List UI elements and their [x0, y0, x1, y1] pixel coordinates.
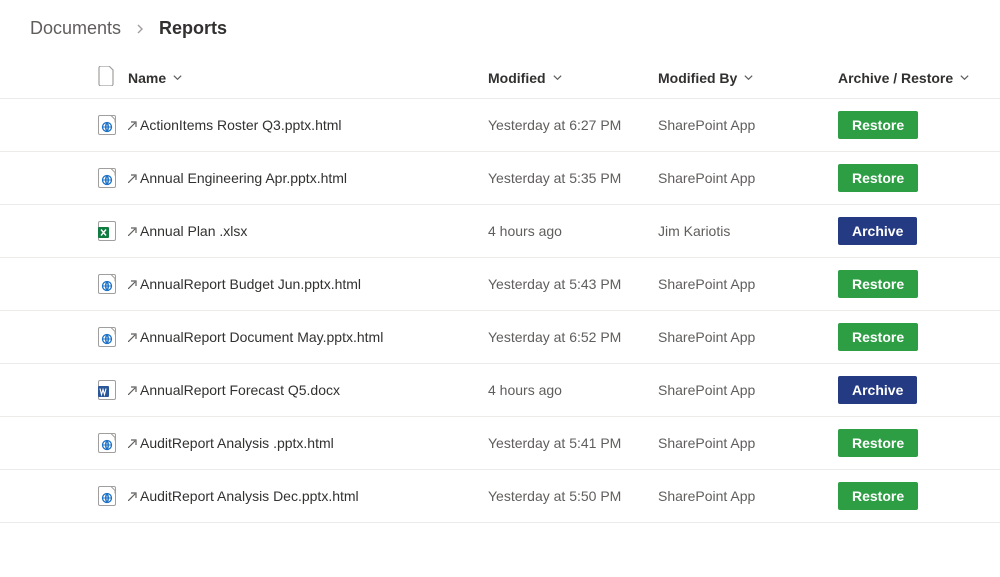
breadcrumb: Documents Reports — [0, 0, 1000, 57]
modified-date: Yesterday at 5:35 PM — [488, 170, 658, 186]
chevron-down-icon — [552, 72, 563, 83]
file-name[interactable]: AnnualReport Document May.pptx.html — [140, 329, 383, 345]
file-name-cell: AuditReport Analysis .pptx.html — [128, 435, 488, 451]
xlsx-file-icon — [98, 221, 128, 241]
modified-by: SharePoint App — [658, 170, 838, 186]
file-name-cell: Annual Plan .xlsx — [128, 223, 488, 239]
docx-file-icon — [98, 380, 128, 400]
table-row[interactable]: AnnualReport Budget Jun.pptx.html Yesterd… — [0, 258, 1000, 311]
modified-date: Yesterday at 5:41 PM — [488, 435, 658, 451]
modified-by: SharePoint App — [658, 117, 838, 133]
link-out-icon — [128, 117, 138, 133]
chevron-right-icon — [135, 21, 145, 37]
link-out-icon — [128, 329, 138, 345]
col-header-modified-label: Modified — [488, 70, 546, 86]
file-name[interactable]: AnnualReport Forecast Q5.docx — [140, 382, 340, 398]
html-file-icon — [98, 168, 128, 188]
file-name-cell: AuditReport Analysis Dec.pptx.html — [128, 488, 488, 504]
table-header: Name Modified Modified By Archive / Rest… — [0, 57, 1000, 99]
html-file-icon — [98, 327, 128, 347]
table-row[interactable]: Annual Engineering Apr.pptx.html Yesterda… — [0, 152, 1000, 205]
restore-button[interactable]: Restore — [838, 270, 918, 298]
modified-by: SharePoint App — [658, 488, 838, 504]
col-header-modified-by-label: Modified By — [658, 70, 737, 86]
col-header-name-label: Name — [128, 70, 166, 86]
link-out-icon — [128, 435, 138, 451]
restore-button[interactable]: Restore — [838, 429, 918, 457]
modified-date: 4 hours ago — [488, 382, 658, 398]
html-file-icon — [98, 433, 128, 453]
modified-date: 4 hours ago — [488, 223, 658, 239]
chevron-down-icon — [172, 72, 183, 83]
restore-button[interactable]: Restore — [838, 323, 918, 351]
link-out-icon — [128, 170, 138, 186]
file-name-cell: AnnualReport Document May.pptx.html — [128, 329, 488, 345]
col-header-name[interactable]: Name — [128, 70, 488, 86]
col-header-action[interactable]: Archive / Restore — [838, 70, 1000, 86]
col-header-action-label: Archive / Restore — [838, 70, 953, 86]
col-header-modified[interactable]: Modified — [488, 70, 658, 86]
modified-by: SharePoint App — [658, 329, 838, 345]
modified-by: Jim Kariotis — [658, 223, 838, 239]
link-out-icon — [128, 276, 138, 292]
chevron-down-icon — [959, 72, 970, 83]
file-name[interactable]: AnnualReport Budget Jun.pptx.html — [140, 276, 361, 292]
modified-by: SharePoint App — [658, 276, 838, 292]
file-name[interactable]: AuditReport Analysis Dec.pptx.html — [140, 488, 359, 504]
file-name[interactable]: Annual Engineering Apr.pptx.html — [140, 170, 347, 186]
modified-date: Yesterday at 5:43 PM — [488, 276, 658, 292]
file-name-cell: Annual Engineering Apr.pptx.html — [128, 170, 488, 186]
archive-button[interactable]: Archive — [838, 217, 917, 245]
restore-button[interactable]: Restore — [838, 111, 918, 139]
table-row[interactable]: AuditReport Analysis .pptx.html Yesterday… — [0, 417, 1000, 470]
link-out-icon — [128, 223, 138, 239]
col-header-type[interactable] — [98, 66, 128, 89]
col-header-modified-by[interactable]: Modified By — [658, 70, 838, 86]
html-file-icon — [98, 486, 128, 506]
table-row[interactable]: AnnualReport Forecast Q5.docx 4 hours ago… — [0, 364, 1000, 417]
link-out-icon — [128, 382, 138, 398]
file-name-cell: AnnualReport Budget Jun.pptx.html — [128, 276, 488, 292]
breadcrumb-root[interactable]: Documents — [30, 18, 121, 39]
file-name[interactable]: ActionItems Roster Q3.pptx.html — [140, 117, 342, 133]
archive-button[interactable]: Archive — [838, 376, 917, 404]
table-row[interactable]: ActionItems Roster Q3.pptx.html Yesterday… — [0, 99, 1000, 152]
table-row[interactable]: AuditReport Analysis Dec.pptx.html Yester… — [0, 470, 1000, 523]
chevron-down-icon — [743, 72, 754, 83]
modified-date: Yesterday at 6:27 PM — [488, 117, 658, 133]
document-table: Name Modified Modified By Archive / Rest… — [0, 57, 1000, 523]
html-file-icon — [98, 115, 128, 135]
restore-button[interactable]: Restore — [838, 164, 918, 192]
html-file-icon — [98, 274, 128, 294]
file-name[interactable]: AuditReport Analysis .pptx.html — [140, 435, 334, 451]
modified-date: Yesterday at 6:52 PM — [488, 329, 658, 345]
file-name[interactable]: Annual Plan .xlsx — [140, 223, 247, 239]
modified-by: SharePoint App — [658, 382, 838, 398]
modified-date: Yesterday at 5:50 PM — [488, 488, 658, 504]
modified-by: SharePoint App — [658, 435, 838, 451]
breadcrumb-current: Reports — [159, 18, 227, 39]
document-icon — [98, 66, 116, 89]
link-out-icon — [128, 488, 138, 504]
file-name-cell: AnnualReport Forecast Q5.docx — [128, 382, 488, 398]
file-name-cell: ActionItems Roster Q3.pptx.html — [128, 117, 488, 133]
restore-button[interactable]: Restore — [838, 482, 918, 510]
table-row[interactable]: Annual Plan .xlsx 4 hours agoJim Kariotis… — [0, 205, 1000, 258]
table-row[interactable]: AnnualReport Document May.pptx.html Yeste… — [0, 311, 1000, 364]
